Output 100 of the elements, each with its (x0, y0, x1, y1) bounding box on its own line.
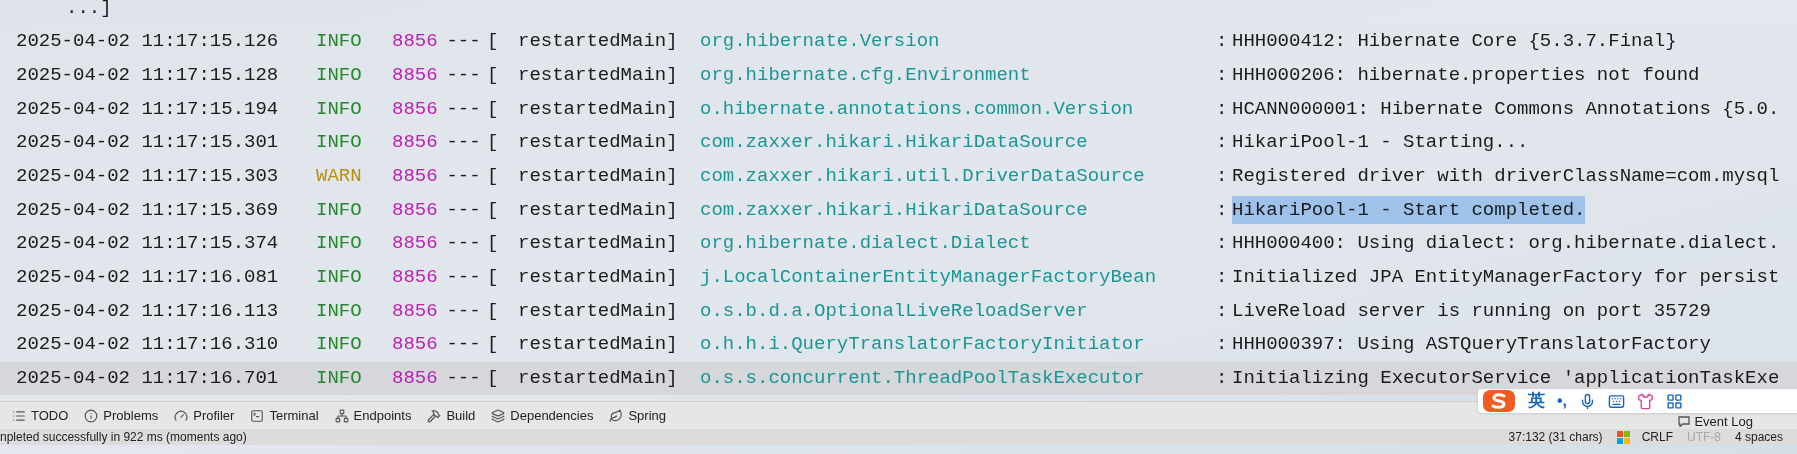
log-level: INFO (316, 29, 363, 55)
bracket: [ (487, 298, 500, 324)
log-message: HHH000400: Using dialect: org.hibernate.dialect. (1232, 231, 1780, 257)
log-message: Initializing ExecutorService 'applicationTaskExe (1232, 366, 1780, 391)
logger-name: org.hibernate.Version (700, 29, 941, 55)
tool-window-button[interactable]: Dependencies (483, 402, 602, 429)
tool-window-button[interactable]: Terminal (242, 402, 327, 429)
terminal-icon (250, 408, 265, 423)
separator: --- (445, 366, 482, 392)
logger-name: j.LocalContainerEntityManagerFactoryBean (700, 265, 1158, 291)
process-id: 8856 (392, 265, 439, 291)
separator: --- (445, 29, 482, 55)
logger-name: org.hibernate.cfg.Environment (700, 62, 1032, 88)
network-icon (334, 408, 349, 423)
bracket: [ (487, 265, 500, 291)
thread-name: restartedMain] (518, 130, 679, 156)
thread-name: restartedMain] (518, 265, 679, 291)
bracket: [ (487, 366, 500, 392)
colon: : (1216, 96, 1229, 122)
process-id: 8856 (392, 62, 439, 88)
punctuation-mode[interactable]: •, (1557, 389, 1568, 413)
line-separator[interactable]: CRLF (1641, 429, 1673, 445)
keyboard-icon[interactable] (1608, 392, 1626, 410)
logger-name: o.h.h.i.QueryTranslatorFactoryInitiator (700, 332, 1146, 358)
layers-icon (491, 408, 506, 423)
colon: : (1216, 298, 1229, 324)
thread-name: restartedMain] (518, 96, 679, 122)
log-level: INFO (316, 366, 363, 392)
bracket: [ (487, 332, 500, 358)
windows-logo-icon (1616, 430, 1630, 444)
tool-window-button[interactable]: Profiler (166, 402, 243, 429)
log-message: LiveReload server is running on port 35729 (1232, 298, 1711, 324)
tool-window-button[interactable]: Build (419, 402, 484, 429)
timestamp: 2025-04-02 11:17:16.701 (16, 366, 280, 392)
tool-window-button[interactable]: Spring (601, 402, 674, 429)
list-icon (12, 408, 26, 423)
indent-setting[interactable]: 4 spaces (1734, 429, 1783, 445)
bracket: [ (487, 62, 500, 88)
log-message: HHH000412: Hibernate Core {5.3.7.Final} (1232, 29, 1677, 55)
thread-name: restartedMain] (518, 366, 679, 392)
log-level: INFO (316, 298, 363, 324)
tool-window-button[interactable]: TODO (4, 402, 77, 429)
timestamp: 2025-04-02 11:17:15.303 (16, 164, 280, 190)
process-id: 8856 (392, 366, 439, 392)
thread-name: restartedMain] (518, 332, 679, 358)
colon: : (1216, 130, 1229, 156)
process-id: 8856 (392, 96, 439, 122)
separator: --- (445, 197, 482, 223)
log-message: Registered driver with driverClassName=com.mysql (1232, 164, 1780, 190)
gauge-icon (174, 408, 189, 423)
thread-name: restartedMain] (518, 231, 679, 257)
process-id: 8856 (392, 29, 439, 55)
leaf-icon (609, 408, 624, 423)
colon: : (1216, 62, 1229, 88)
logger-name: com.zaxxer.hikari.HikariDataSource (700, 130, 1089, 156)
caret-position[interactable]: 37:132 (31 chars) (1508, 429, 1603, 445)
process-id: 8856 (392, 231, 439, 257)
timestamp: 2025-04-02 11:17:15.374 (16, 231, 280, 257)
log-message: HikariPool-1 - Start completed. (1232, 195, 1586, 225)
bracket: [ (487, 164, 500, 190)
log-level: INFO (316, 130, 363, 156)
process-id: 8856 (392, 332, 439, 358)
log-message: HCANN000001: Hibernate Commons Annotations {5.0. (1232, 96, 1780, 122)
thread-name: restartedMain] (518, 197, 679, 223)
log-level: INFO (316, 62, 363, 88)
log-message: HikariPool-1 - Starting... (1232, 130, 1529, 156)
logger-name: o.hibernate.annotations.common.Version (700, 96, 1135, 122)
thread-name: restartedMain] (518, 298, 679, 324)
separator: --- (445, 332, 482, 358)
status-message: npleted successfully in 922 ms (moments ago) (0, 429, 247, 445)
log-level: INFO (316, 332, 363, 358)
log-level: INFO (316, 265, 363, 291)
language-mode[interactable]: 英 (1528, 388, 1545, 414)
tool-window-button[interactable]: Endpoints (326, 402, 420, 429)
thread-name: restartedMain] (518, 62, 679, 88)
separator: --- (445, 231, 482, 257)
colon: : (1216, 231, 1229, 257)
bracket: [ (487, 29, 500, 55)
bracket: [ (487, 197, 500, 223)
timestamp: 2025-04-02 11:17:16.081 (16, 265, 280, 291)
hammer-icon (427, 408, 442, 423)
process-id: 8856 (392, 130, 439, 156)
separator: --- (445, 96, 482, 122)
separator: --- (445, 130, 482, 156)
event-log-button[interactable]: Event Log (1678, 414, 1753, 429)
colon: : (1216, 366, 1229, 392)
colon: : (1216, 29, 1229, 55)
timestamp: 2025-04-02 11:17:15.301 (16, 130, 280, 156)
message-icon (1678, 416, 1691, 427)
grid-icon[interactable] (1666, 392, 1684, 410)
log-level: WARN (316, 164, 363, 190)
bracket: [ (487, 96, 500, 122)
timestamp: 2025-04-02 11:17:15.194 (16, 96, 280, 122)
tool-window-button[interactable]: Problems (76, 402, 167, 429)
log-message: Initialized JPA EntityManagerFactory for persist (1232, 265, 1780, 291)
separator: --- (445, 164, 482, 190)
log-level: INFO (316, 231, 363, 257)
shirt-icon[interactable] (1637, 392, 1655, 410)
logger-name: com.zaxxer.hikari.HikariDataSource (700, 197, 1089, 223)
bracket: [ (487, 231, 500, 257)
